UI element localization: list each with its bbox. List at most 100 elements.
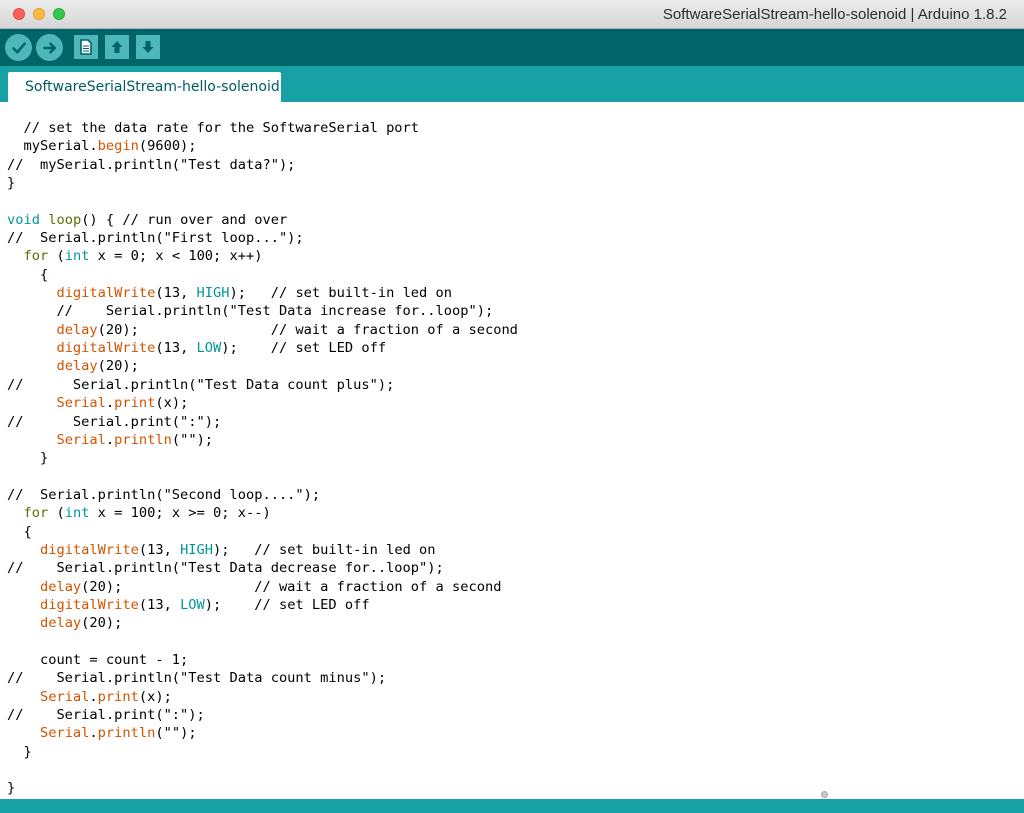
code-token: x = 0; x < 100; x++) (89, 248, 263, 265)
code-lines: // set the data rate for the SoftwareSer… (7, 119, 518, 798)
code-line[interactable]: // Serial.println("First loop..."); (7, 229, 518, 247)
code-token: (20); (97, 358, 139, 375)
code-line[interactable]: } (7, 743, 518, 761)
open-sketch-button[interactable] (105, 35, 129, 59)
code-line[interactable] (7, 192, 518, 210)
code-token: digitalWrite (56, 340, 156, 357)
window-title: SoftwareSerialStream-hello-solenoid | Ar… (662, 6, 1007, 23)
code-token: (""); (171, 431, 214, 448)
code-line[interactable]: Serial.println(""); (7, 724, 518, 742)
code-token: (13, (138, 541, 181, 558)
arrow-up-icon (111, 41, 123, 53)
code-line[interactable]: delay(20); // wait a fraction of a secon… (7, 578, 518, 596)
maximize-window-button[interactable] (53, 8, 65, 20)
code-line[interactable]: count = count - 1; (7, 651, 518, 669)
code-token: { (7, 266, 49, 283)
code-line[interactable]: void loop() { // run over and over (7, 211, 518, 229)
window-titlebar: SoftwareSerialStream-hello-solenoid | Ar… (0, 0, 1024, 29)
code-line[interactable]: Serial.println(""); (7, 431, 518, 449)
code-token: } (7, 743, 32, 760)
code-token: HIGH (196, 285, 230, 302)
arrow-down-icon (142, 41, 154, 53)
code-line[interactable]: // Serial.println("Test Data count plus"… (7, 376, 518, 394)
code-line[interactable]: delay(20); // wait a fraction of a secon… (7, 321, 517, 339)
code-line[interactable]: delay(20); (7, 357, 518, 375)
code-token: (13, (155, 340, 197, 357)
code-line[interactable]: } (7, 449, 518, 467)
code-token: // Serial.println("First loop..."); (7, 230, 304, 247)
code-line[interactable]: // mySerial.println("Test data?"); (7, 156, 518, 174)
code-token: x = 100; x >= 0; x--) (89, 505, 271, 522)
code-line[interactable]: for (int x = 100; x >= 0; x--) (7, 504, 518, 522)
code-token: int (64, 248, 90, 265)
code-token: // set the data rate for the SoftwareSer… (7, 120, 420, 136)
code-line[interactable]: digitalWrite(13, HIGH); // set built-in … (7, 284, 518, 302)
code-line[interactable]: } (7, 174, 518, 192)
code-token: // Serial.println("Second loop...."); (7, 486, 321, 503)
code-line[interactable] (7, 633, 518, 651)
code-line[interactable]: mySerial.begin(9600); (7, 137, 518, 155)
code-token: (9600); (138, 138, 197, 155)
code-line[interactable]: // Serial.println("Test Data increase fo… (7, 302, 518, 320)
code-token: ); // set LED off (204, 596, 370, 613)
minimize-window-button[interactable] (33, 8, 45, 20)
code-token: (20); (81, 615, 123, 632)
code-token: . (105, 431, 115, 448)
code-line[interactable]: // Serial.println("Test Data decrease fo… (7, 559, 518, 577)
code-line[interactable]: // Serial.print(":"); (7, 706, 518, 724)
toolbar (0, 29, 1024, 66)
code-editor[interactable]: // set the data rate for the SoftwareSer… (0, 102, 1024, 799)
code-token: ); // set LED off (221, 340, 387, 357)
code-token: delay (56, 358, 98, 375)
code-line[interactable]: Serial.print(x); (7, 394, 518, 412)
verify-button[interactable] (5, 34, 32, 61)
code-line[interactable]: Serial.print(x); (7, 688, 518, 706)
code-token: Serial (56, 431, 106, 448)
code-token: println (97, 725, 156, 742)
code-token: count = count - 1; (7, 651, 189, 668)
code-line[interactable]: for (int x = 0; x < 100; x++) (7, 247, 518, 265)
tab-sketch[interactable]: SoftwareSerialStream-hello-solenoid (8, 72, 281, 102)
code-line[interactable] (7, 468, 518, 486)
code-line[interactable]: digitalWrite(13, LOW); // set LED off (7, 596, 518, 614)
new-sketch-button[interactable] (74, 35, 98, 59)
code-token: LOW (196, 340, 222, 357)
code-line[interactable]: // set the data rate for the SoftwareSer… (7, 119, 518, 137)
code-token: (x); (138, 688, 172, 705)
code-token: (20); // wait a fraction of a second (81, 578, 502, 595)
code-line[interactable]: { (7, 523, 518, 541)
code-token: println (114, 431, 172, 448)
save-sketch-button[interactable] (136, 35, 160, 59)
code-token: } (7, 175, 16, 192)
code-token: (13, (155, 285, 197, 302)
upload-button[interactable] (36, 34, 63, 61)
code-line[interactable]: // Serial.print(":"); (7, 413, 518, 431)
code-line[interactable]: { (7, 266, 518, 284)
code-line[interactable]: delay(20); (7, 614, 518, 632)
code-line[interactable]: // Serial.println("Test Data count minus… (7, 669, 518, 687)
code-line[interactable]: // Serial.println("Second loop...."); (7, 486, 518, 504)
code-token: // Serial.println("Test Data count minus… (7, 670, 387, 687)
code-token: Serial (39, 725, 90, 742)
code-token: ( (48, 505, 65, 522)
code-line[interactable] (7, 761, 518, 779)
close-window-button[interactable] (13, 8, 25, 20)
code-line[interactable]: } (7, 779, 518, 797)
code-line[interactable]: digitalWrite(13, LOW); // set LED off (7, 339, 518, 357)
code-line[interactable]: digitalWrite(13, HIGH); // set built-in … (7, 541, 518, 559)
scroll-indicator[interactable] (821, 791, 828, 798)
code-token: print (114, 395, 156, 412)
code-token: (13, (138, 596, 181, 613)
code-token: // Serial.println("Test Data count plus"… (7, 376, 395, 393)
